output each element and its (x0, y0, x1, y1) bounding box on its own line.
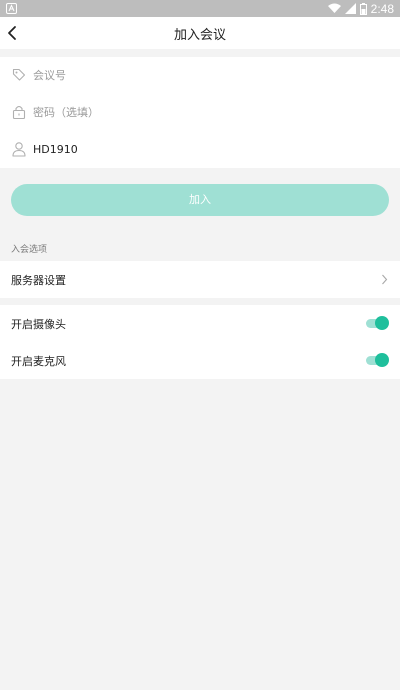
microphone-toggle-knob (375, 353, 389, 367)
password-input[interactable] (33, 101, 373, 123)
meeting-id-row (0, 57, 400, 94)
signal-icon (344, 3, 356, 14)
camera-row: 开启摄像头 (0, 305, 400, 342)
microphone-toggle[interactable] (366, 353, 389, 367)
camera-label: 开启摄像头 (11, 318, 66, 331)
name-input[interactable] (33, 138, 373, 160)
status-time: 2:48 (370, 1, 394, 16)
status-bar: 2:48 (0, 0, 400, 17)
microphone-row: 开启麦克风 (0, 342, 400, 379)
microphone-label: 开启麦克风 (11, 355, 66, 368)
join-form (0, 57, 400, 168)
battery-icon (359, 2, 367, 15)
notification-icon (6, 3, 17, 14)
chevron-right-icon (382, 274, 388, 285)
lock-icon (12, 105, 26, 120)
user-icon (12, 142, 26, 157)
wifi-icon (327, 3, 341, 13)
server-settings-row[interactable]: 服务器设置 (0, 261, 400, 298)
join-button[interactable]: 加入 (11, 184, 389, 216)
camera-toggle[interactable] (366, 316, 389, 330)
header-bar: 加入会议 (0, 17, 400, 49)
name-row (0, 131, 400, 168)
password-row (0, 94, 400, 131)
meeting-id-input[interactable] (33, 64, 373, 86)
options-section-title: 入会选项 (11, 245, 48, 255)
camera-toggle-knob (375, 316, 389, 330)
server-settings-label: 服务器设置 (11, 274, 66, 287)
page-title: 加入会议 (173, 28, 226, 43)
tag-icon (12, 68, 26, 81)
